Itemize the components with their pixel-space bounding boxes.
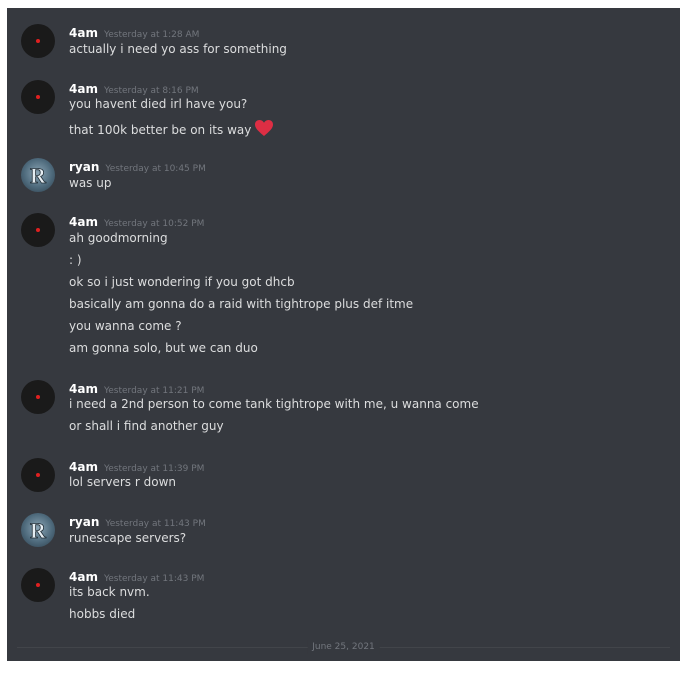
chat-messages-pane[interactable]: 4am Yesterday at 1:28 AM actually i need … <box>7 8 680 661</box>
message-header: 4am Yesterday at 11:39 PM <box>69 456 204 474</box>
message-text: : ) <box>69 253 82 267</box>
date-label: June 25, 2021 <box>307 640 380 654</box>
username[interactable]: 4am <box>69 382 98 396</box>
red-dot-icon <box>36 228 40 232</box>
timestamp: Yesterday at 11:21 PM <box>103 386 205 396</box>
user-avatar[interactable]: R <box>21 158 55 192</box>
message-text: am gonna solo, but we can duo <box>69 341 258 355</box>
red-dot-icon <box>36 95 40 99</box>
message-text: runescape servers? <box>69 531 187 545</box>
red-dot-icon <box>36 473 40 477</box>
username[interactable]: ryan <box>69 515 99 529</box>
message-text: was up <box>69 176 112 190</box>
username[interactable]: 4am <box>69 82 98 96</box>
message-text-line: that 100k better be on its way <box>69 119 274 137</box>
message-text: actually i need yo ass for something <box>69 42 287 56</box>
username[interactable]: 4am <box>69 26 98 40</box>
username[interactable]: 4am <box>69 215 98 229</box>
red-dot-icon <box>36 39 40 43</box>
timestamp: Yesterday at 11:39 PM <box>103 464 205 474</box>
message-text: ok so i just wondering if you got dhcb <box>69 275 295 289</box>
message-text: or shall i find another guy <box>69 419 224 433</box>
user-avatar[interactable] <box>21 213 55 247</box>
svg-text:R: R <box>30 163 47 188</box>
timestamp: Yesterday at 10:52 PM <box>103 219 205 229</box>
user-avatar[interactable] <box>21 380 55 414</box>
message-header: ryan Yesterday at 11:43 PM <box>69 511 206 529</box>
message-text: i need a 2nd person to come tank tightro… <box>69 397 479 411</box>
timestamp: Yesterday at 11:43 PM <box>105 519 206 529</box>
red-heart-icon <box>255 120 274 136</box>
message-text: you havent died irl have you? <box>69 97 248 111</box>
date-divider: June 25, 2021 <box>17 640 670 654</box>
username[interactable]: 4am <box>69 460 98 474</box>
username[interactable]: 4am <box>69 570 98 584</box>
user-avatar[interactable]: R <box>21 513 55 547</box>
message-header: 4am Yesterday at 10:52 PM <box>69 211 204 229</box>
runescape-r-logo-icon: R <box>30 163 48 189</box>
message-header: 4am Yesterday at 8:16 PM <box>69 78 199 96</box>
user-avatar[interactable] <box>21 80 55 114</box>
username[interactable]: ryan <box>69 160 99 174</box>
message-text: its back nvm. <box>69 585 150 599</box>
message-text: that 100k better be on its way <box>69 123 252 137</box>
message-text: ah goodmorning <box>69 231 168 245</box>
message-text: you wanna come ? <box>69 319 182 333</box>
timestamp: Yesterday at 11:43 PM <box>103 574 205 584</box>
timestamp: Yesterday at 8:16 PM <box>103 86 199 96</box>
message-text: basically am gonna do a raid with tightr… <box>69 297 414 311</box>
message-text: lol servers r down <box>69 475 177 489</box>
svg-text:R: R <box>30 518 47 543</box>
message-header: 4am Yesterday at 11:21 PM <box>69 378 204 396</box>
red-dot-icon <box>36 395 40 399</box>
message-header: 4am Yesterday at 1:28 AM <box>69 22 199 40</box>
user-avatar[interactable] <box>21 458 55 492</box>
message-header: ryan Yesterday at 10:45 PM <box>69 156 206 174</box>
user-avatar[interactable] <box>21 24 55 58</box>
user-avatar[interactable] <box>21 568 55 602</box>
timestamp: Yesterday at 10:45 PM <box>105 164 206 174</box>
red-dot-icon <box>36 583 40 587</box>
message-header: 4am Yesterday at 11:43 PM <box>69 566 204 584</box>
message-text: hobbs died <box>69 607 136 621</box>
runescape-r-logo-icon: R <box>30 518 48 544</box>
timestamp: Yesterday at 1:28 AM <box>103 30 200 40</box>
